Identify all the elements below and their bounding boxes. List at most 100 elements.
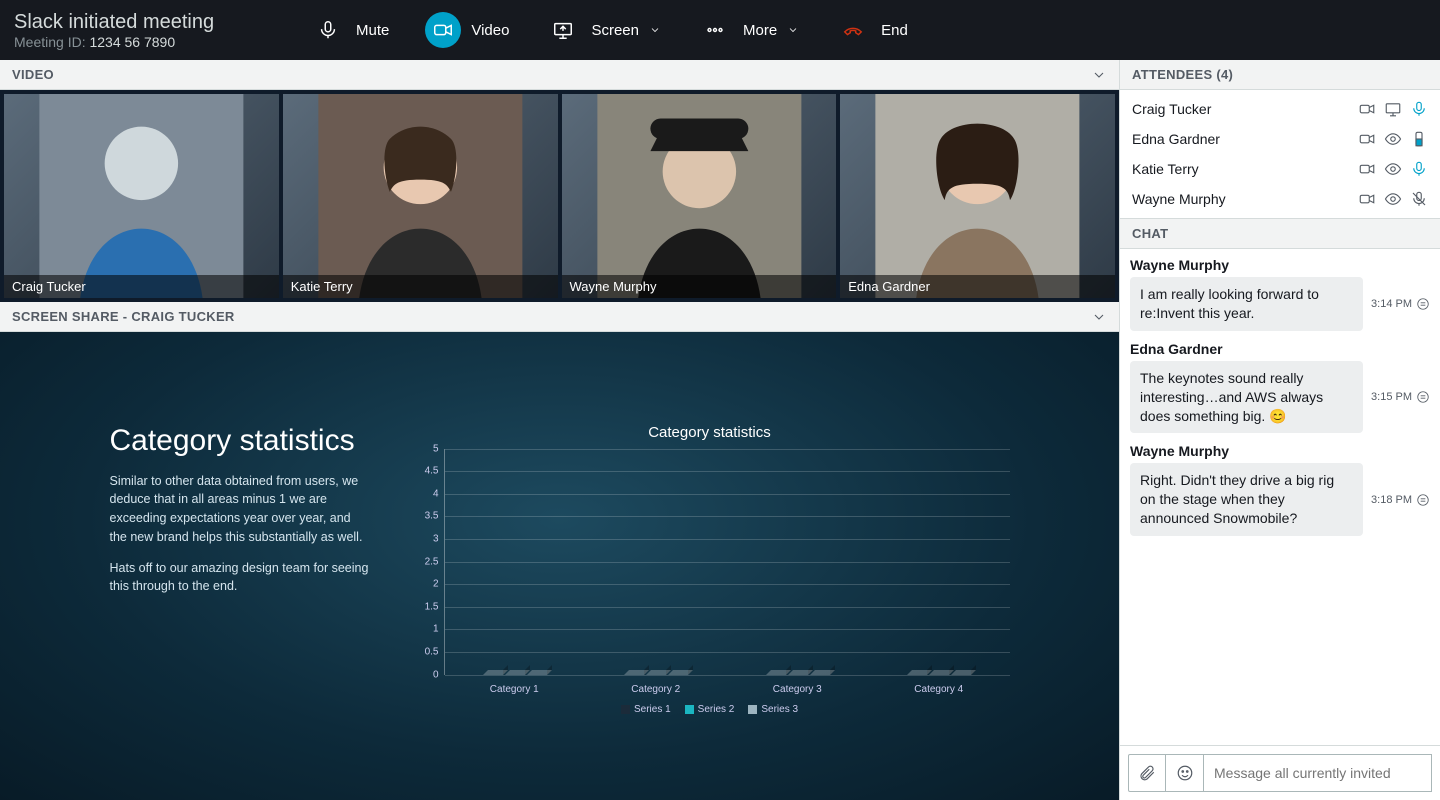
slide-heading: Category statistics xyxy=(110,424,370,458)
chevron-down-icon xyxy=(1091,309,1107,325)
chat-messages: Wayne Murphy I am really looking forward… xyxy=(1120,249,1440,745)
attendee-name: Wayne Murphy xyxy=(1132,191,1350,207)
more-icon xyxy=(697,12,733,48)
video-icon xyxy=(425,12,461,48)
video-tile-name: Katie Terry xyxy=(283,275,558,298)
monitor-icon xyxy=(1384,100,1402,118)
chat-meta: 3:15 PM xyxy=(1371,390,1430,404)
hang-up-icon xyxy=(835,12,871,48)
meeting-id-value: 1234 56 7890 xyxy=(89,34,175,50)
attendee-name: Katie Terry xyxy=(1132,161,1350,177)
message-options-icon[interactable] xyxy=(1416,297,1430,311)
video-tile[interactable]: Craig Tucker xyxy=(4,94,279,298)
mute-button[interactable]: Mute xyxy=(310,12,389,48)
video-tile-name: Wayne Murphy xyxy=(562,275,837,298)
meeting-title: Slack initiated meeting xyxy=(14,11,274,34)
message-options-icon[interactable] xyxy=(1416,390,1430,404)
microphone-icon xyxy=(1410,100,1428,118)
video-tile-name: Craig Tucker xyxy=(4,275,279,298)
more-label: More xyxy=(743,22,777,39)
camera-icon xyxy=(1358,190,1376,208)
message-options-icon[interactable] xyxy=(1416,493,1430,507)
x-tick-label: Category 1 xyxy=(490,684,539,695)
chat-message: Wayne Murphy I am really looking forward… xyxy=(1130,257,1430,331)
smiley-icon xyxy=(1176,764,1194,782)
legend-item: Series 2 xyxy=(685,704,735,715)
chat-section-title: CHAT xyxy=(1132,226,1168,241)
x-tick-label: Category 2 xyxy=(631,684,680,695)
video-label: Video xyxy=(471,22,509,39)
camera-icon xyxy=(1358,160,1376,178)
microphone-muted-icon xyxy=(1410,190,1428,208)
emoji-button[interactable] xyxy=(1166,754,1204,792)
chat-text: I am really looking forward to re:Invent… xyxy=(1130,277,1363,331)
chat-author: Wayne Murphy xyxy=(1130,443,1430,459)
meeting-topbar: Slack initiated meeting Meeting ID: 1234… xyxy=(0,0,1440,60)
meeting-id-row: Meeting ID: 1234 56 7890 xyxy=(14,34,274,50)
bar-chart: 0 0.5 1 1.5 2 2.5 3 3.5 4 4.5 5 Category… xyxy=(410,449,1010,709)
attendee-name: Craig Tucker xyxy=(1132,101,1350,117)
video-tile-name: Edna Gardner xyxy=(840,275,1115,298)
attendees-section-title: ATTENDEES (4) xyxy=(1132,67,1233,82)
chat-meta: 3:18 PM xyxy=(1371,493,1430,507)
avatar xyxy=(562,94,837,298)
end-call-button[interactable]: End xyxy=(835,12,908,48)
video-section-title: VIDEO xyxy=(12,67,54,82)
end-label: End xyxy=(881,22,908,39)
attendee-row[interactable]: Edna Gardner xyxy=(1120,124,1440,154)
chevron-down-icon xyxy=(787,24,799,36)
screen-share-section-header[interactable]: SCREEN SHARE - CRAIG TUCKER xyxy=(0,302,1119,332)
more-button[interactable]: More xyxy=(697,12,799,48)
screen-button[interactable]: Screen xyxy=(545,12,661,48)
video-tile[interactable]: Katie Terry xyxy=(283,94,558,298)
microphone-icon xyxy=(1410,160,1428,178)
avatar xyxy=(4,94,279,298)
chart-title: Category statistics xyxy=(410,424,1010,441)
video-tile[interactable]: Edna Gardner xyxy=(840,94,1115,298)
chevron-down-icon xyxy=(1091,67,1107,83)
slide-paragraph: Similar to other data obtained from user… xyxy=(110,472,370,547)
video-section-header[interactable]: VIDEO xyxy=(0,60,1119,90)
paperclip-icon xyxy=(1138,764,1156,782)
legend-item: Series 3 xyxy=(748,704,798,715)
mute-label: Mute xyxy=(356,22,389,39)
meeting-id-label: Meeting ID: xyxy=(14,34,86,50)
screen-share-area: Category statistics Similar to other dat… xyxy=(0,332,1119,800)
eye-icon xyxy=(1384,130,1402,148)
attendee-name: Edna Gardner xyxy=(1132,131,1350,147)
slide-paragraph: Hats off to our amazing design team for … xyxy=(110,559,370,597)
chat-input[interactable] xyxy=(1204,754,1432,792)
screen-label: Screen xyxy=(591,22,639,39)
attendees-list: Craig Tucker Edna Gardner Katie Terry Wa… xyxy=(1120,90,1440,218)
camera-icon xyxy=(1358,130,1376,148)
attendee-row[interactable]: Craig Tucker xyxy=(1120,94,1440,124)
attendee-row[interactable]: Katie Terry xyxy=(1120,154,1440,184)
eye-icon xyxy=(1384,190,1402,208)
chat-text: The keynotes sound really interesting…an… xyxy=(1130,361,1363,434)
chat-message: Edna Gardner The keynotes sound really i… xyxy=(1130,341,1430,434)
attendees-section-header[interactable]: ATTENDEES (4) xyxy=(1120,60,1440,90)
chat-text: Right. Didn't they drive a big rig on th… xyxy=(1130,463,1363,536)
video-strip: Craig Tucker Katie Terry Wayne Murphy Ed… xyxy=(0,90,1119,302)
meeting-info: Slack initiated meeting Meeting ID: 1234… xyxy=(14,11,274,50)
screen-share-icon xyxy=(545,12,581,48)
video-button[interactable]: Video xyxy=(425,12,509,48)
chat-author: Wayne Murphy xyxy=(1130,257,1430,273)
x-tick-label: Category 4 xyxy=(914,684,963,695)
microphone-icon xyxy=(310,12,346,48)
avatar xyxy=(840,94,1115,298)
chat-input-row xyxy=(1120,745,1440,800)
chat-meta: 3:14 PM xyxy=(1371,297,1430,311)
attach-button[interactable] xyxy=(1128,754,1166,792)
legend-item: Series 1 xyxy=(621,704,671,715)
chat-author: Edna Gardner xyxy=(1130,341,1430,357)
video-tile[interactable]: Wayne Murphy xyxy=(562,94,837,298)
attendee-row[interactable]: Wayne Murphy xyxy=(1120,184,1440,214)
avatar xyxy=(283,94,558,298)
chat-panel: CHAT Wayne Murphy I am really looking fo… xyxy=(1120,218,1440,800)
chat-section-header[interactable]: CHAT xyxy=(1120,219,1440,249)
camera-icon xyxy=(1358,100,1376,118)
eye-icon xyxy=(1384,160,1402,178)
microphone-level-icon xyxy=(1410,130,1428,148)
x-tick-label: Category 3 xyxy=(773,684,822,695)
